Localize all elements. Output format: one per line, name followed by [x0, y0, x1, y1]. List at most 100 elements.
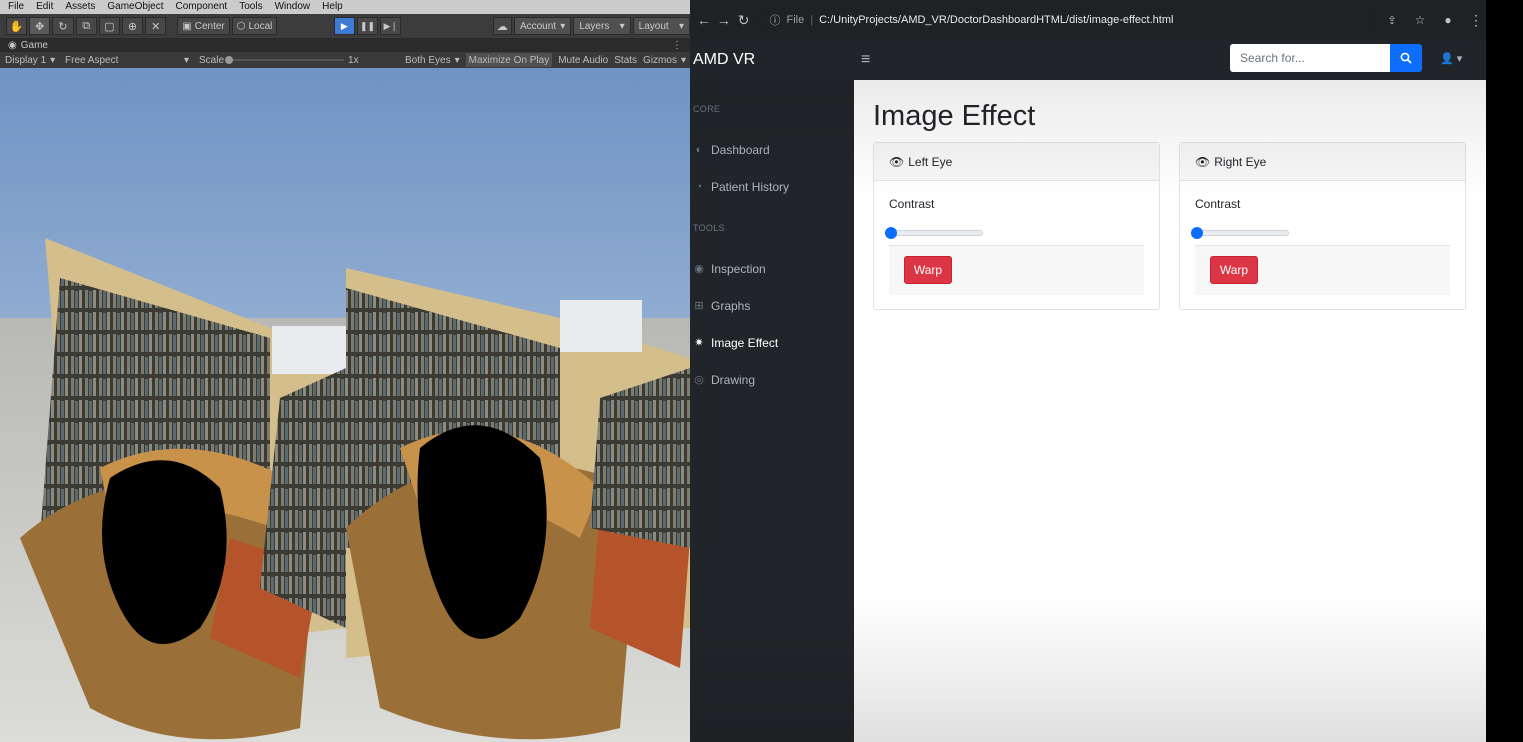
vr-game-view[interactable] [0, 68, 690, 742]
gizmos-dropdown[interactable]: Gizmos ▾ [643, 55, 686, 66]
sidebar-item-graphs[interactable]: ⊞ Graphs [690, 287, 854, 324]
protocol-label: File [786, 14, 805, 26]
contrast-slider[interactable] [1191, 227, 1289, 239]
kebab-menu-icon[interactable]: ⋮ [1466, 10, 1486, 30]
hamburger-icon[interactable]: ≡ [861, 51, 881, 69]
menu-help[interactable]: Help [322, 0, 343, 14]
forward-arrow-icon[interactable]: → [714, 10, 734, 30]
top-navbar: AMD VR ≡ 👤 ▾ [690, 40, 1486, 80]
pause-button[interactable]: ❚❚ [356, 17, 379, 35]
contrast-label: Contrast [889, 197, 935, 211]
scale-slider[interactable] [225, 56, 345, 64]
table-icon: ⊞ [694, 300, 704, 312]
chevron-down-icon: ▾ [50, 54, 56, 66]
layers-dropdown[interactable]: Layers ▾ [573, 17, 631, 35]
gauge-icon: ◐ [695, 143, 703, 156]
chevron-down-icon: ▾ [680, 54, 686, 66]
contrast-slider-thumb[interactable] [1191, 227, 1203, 239]
sidebar-item-patient-history[interactable]: ◔ Patient History [690, 168, 854, 205]
sidebar-item-label: Inspection [711, 261, 766, 276]
unity-toolbar: ✋ ✥ ↻ ⧉ ▢ ⊕ ✕ ▣ Center ⬡ Local ▶ ❚❚ ▶❘ ☁ A… [0, 14, 690, 38]
screen: File Edit Assets GameObject Component To… [0, 0, 1523, 742]
card-header: 👁 Left Eye [874, 143, 1159, 181]
eyes-dropdown[interactable]: Both Eyes ▾ [405, 55, 460, 66]
profile-icon[interactable]: ● [1438, 10, 1458, 30]
transform-tool-icon[interactable]: ⊕ [121, 17, 144, 35]
reload-icon[interactable]: ↻ [734, 10, 754, 30]
account-dropdown[interactable]: Account ▾ [513, 17, 572, 35]
star-icon[interactable]: ☆ [1410, 10, 1430, 30]
card-body: Contrast Warp [1180, 181, 1465, 295]
screen-border [1486, 0, 1523, 742]
layers-label: Layers [579, 20, 610, 32]
menu-gameobject[interactable]: GameObject [107, 0, 163, 14]
brand-logo[interactable]: AMD VR [693, 51, 853, 69]
pivot-center-button[interactable]: ▣ Center [177, 17, 230, 35]
gizmos-label: Gizmos [643, 54, 677, 66]
right-eye-view [346, 68, 690, 742]
maximize-on-play-toggle[interactable]: Maximize On Play [465, 53, 553, 67]
sidebar-item-inspection[interactable]: ◉ Inspection [690, 250, 854, 287]
scale-tool-icon[interactable]: ⧉ [75, 17, 97, 35]
sidebar-item-label: Graphs [711, 298, 751, 313]
chevron-down-icon: ▾ [679, 20, 685, 32]
warp-button[interactable]: Warp [1210, 256, 1258, 284]
play-button[interactable]: ▶ [333, 17, 355, 35]
display-dropdown[interactable]: Display 1 ▾ [5, 55, 65, 66]
cloud-icon[interactable]: ☁ [492, 17, 512, 35]
chevron-down-icon: ▾ [1456, 53, 1463, 65]
menu-file[interactable]: File [8, 0, 24, 14]
eye-icon: 👁 [1195, 154, 1211, 169]
layout-dropdown[interactable]: Layout ▾ [632, 17, 690, 35]
sidebar-item-label: Dashboard [711, 142, 770, 157]
share-icon[interactable]: ⇪ [1382, 10, 1402, 30]
sidebar-item-image-effect[interactable]: ✷ Image Effect [690, 324, 854, 361]
rect-tool-icon[interactable]: ▢ [98, 17, 120, 35]
main-content: Image Effect 👁 Left Eye Contrast Warp 👁 … [854, 80, 1486, 742]
card-header: 👁 Right Eye [1180, 143, 1465, 181]
sidebar-item-drawing[interactable]: ◎ Drawing [690, 361, 854, 398]
back-arrow-icon[interactable]: ← [694, 10, 714, 30]
custom-tool-icon[interactable]: ✕ [145, 17, 167, 35]
sidebar-heading-core: Core [693, 104, 721, 114]
kebab-menu-icon[interactable]: ⋮ [672, 40, 682, 51]
circle-icon: ◎ [694, 374, 704, 386]
game-view-bar: Display 1 ▾ Free Aspect ▾ Scale 1x Both Ey… [0, 52, 690, 68]
game-tab[interactable]: ◉ Game ⋮ [0, 38, 690, 52]
history-icon: ◔ [695, 180, 703, 193]
sidebar-item-label: Drawing [711, 372, 756, 387]
sidebar-item-dashboard[interactable]: ◐ Dashboard [690, 131, 854, 168]
menu-edit[interactable]: Edit [36, 0, 53, 14]
sidebar-heading-tools: Tools [693, 223, 725, 233]
globe-icon: ⬡ [236, 20, 246, 32]
right-eye-card: 👁 Right Eye Contrast Warp [1179, 142, 1466, 310]
card-title: Left Eye [908, 154, 953, 169]
menu-assets[interactable]: Assets [65, 0, 95, 14]
menu-window[interactable]: Window [275, 0, 311, 14]
hand-tool-icon[interactable]: ✋ [6, 17, 28, 35]
move-tool-icon[interactable]: ✥ [29, 17, 51, 35]
stats-toggle[interactable]: Stats [614, 55, 637, 66]
search-button[interactable] [1390, 44, 1422, 72]
user-menu-dropdown[interactable]: 👤 ▾ [1440, 52, 1462, 65]
layout-label: Layout [638, 20, 669, 32]
contrast-slider[interactable] [885, 227, 983, 239]
contrast-slider-thumb[interactable] [885, 227, 897, 239]
step-button[interactable]: ▶❘ [380, 17, 402, 35]
scale-slider-thumb[interactable] [225, 56, 234, 64]
left-eye-view [0, 68, 346, 742]
rotate-tool-icon[interactable]: ↻ [52, 17, 74, 35]
sidebar: Core ◐ Dashboard ◔ Patient History Tools… [690, 80, 854, 742]
warp-button[interactable]: Warp [904, 256, 952, 284]
space-label: Local [248, 20, 273, 32]
menu-component[interactable]: Component [176, 0, 228, 14]
pivot-space-button[interactable]: ⬡ Local [231, 17, 278, 35]
unity-menubar: File Edit Assets GameObject Component To… [0, 0, 690, 14]
page-title: Image Effect [873, 100, 1036, 132]
search-input[interactable] [1230, 44, 1390, 72]
scale-control[interactable]: Scale 1x [199, 55, 359, 66]
address-bar[interactable]: ⓘ File | C:/UnityProjects/AMD_VR/DoctorD… [759, 7, 1375, 33]
aspect-dropdown[interactable]: Free Aspect ▾ [65, 55, 189, 66]
menu-tools[interactable]: Tools [239, 0, 262, 14]
mute-audio-toggle[interactable]: Mute Audio [558, 55, 608, 66]
